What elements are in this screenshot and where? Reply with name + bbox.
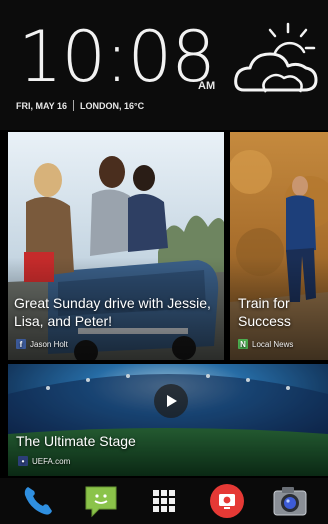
phone-app-button[interactable] <box>16 479 60 523</box>
camera-icon <box>273 487 307 516</box>
feed-source: N Local News <box>238 339 293 349</box>
facebook-icon: f <box>16 339 26 349</box>
all-apps-button[interactable] <box>142 479 186 523</box>
feed-tile-uefa[interactable]: The Ultimate Stage • UEFA.com <box>8 364 328 476</box>
source-name: UEFA.com <box>32 456 71 466</box>
news-icon: N <box>238 339 248 349</box>
divider <box>73 100 75 111</box>
play-button[interactable] <box>154 384 188 418</box>
phone-icon <box>24 487 52 515</box>
screen-record-icon <box>210 484 245 518</box>
app-grid-icon <box>152 490 175 512</box>
feed-source: f Jason Holt <box>16 339 68 349</box>
clock-time[interactable]: 10:08 <box>18 22 216 92</box>
date-location-line: FRI, MAY 16 LONDON, 16°C <box>16 100 144 111</box>
feed-tile-runner[interactable]: Train for Success N Local News <box>230 132 328 360</box>
source-name: Local News <box>252 339 294 349</box>
feed-tile-drive[interactable]: Great Sunday drive with Jessie, Lisa, an… <box>8 132 224 360</box>
feed-source: • UEFA.com <box>18 456 70 466</box>
feed-caption: Great Sunday drive with Jessie, Lisa, an… <box>14 295 211 329</box>
source-name: Jason Holt <box>30 339 68 349</box>
screen-recorder-app-button[interactable] <box>205 479 249 523</box>
messages-icon <box>85 486 117 518</box>
clock-weather-widget[interactable]: 10:08 AM FRI, MAY 16 LONDON, 16°C <box>0 0 328 130</box>
clock-ampm: AM <box>198 80 216 92</box>
feed-caption: The Ultimate Stage <box>16 433 136 449</box>
date-text: FRI, MAY 16 <box>16 100 68 111</box>
web-icon: • <box>18 456 28 466</box>
camera-app-button[interactable] <box>268 479 312 523</box>
app-dock <box>0 478 328 524</box>
play-icon <box>167 395 177 407</box>
partly-cloudy-icon[interactable] <box>232 18 322 102</box>
feed-caption: Train for Success <box>238 295 291 329</box>
location-temperature: LONDON, 16°C <box>80 100 145 111</box>
messages-app-button[interactable] <box>79 479 123 523</box>
